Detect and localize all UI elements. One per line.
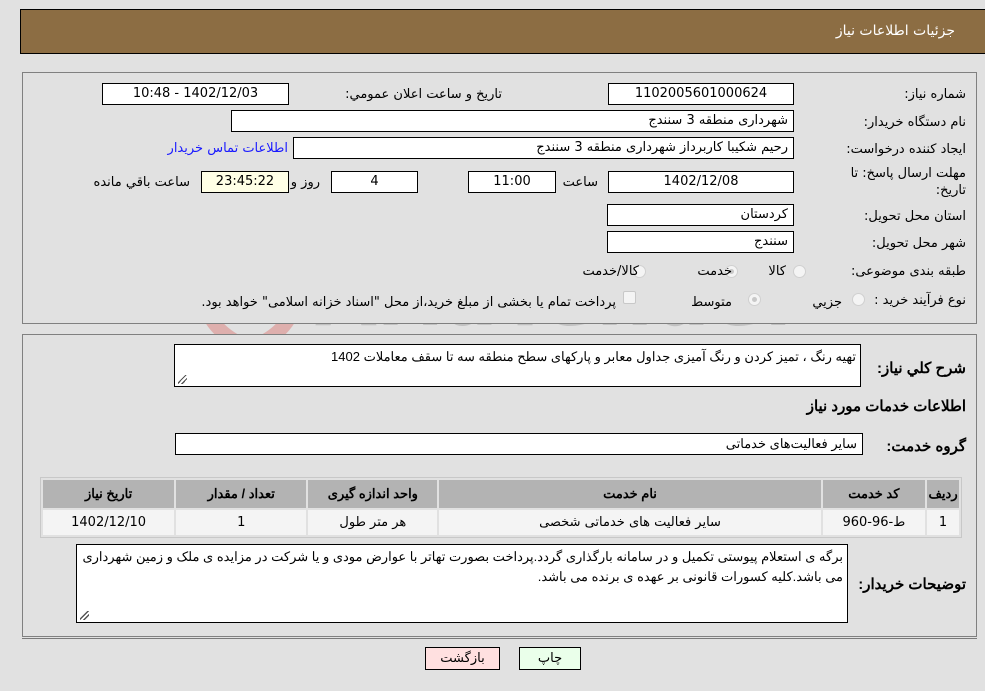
province-field: کردستان [607,204,794,226]
creator-label: ایجاد کننده درخواست: [846,142,966,157]
cell-row-number: 1 [927,510,959,535]
col-service-code: کد خدمت [822,480,926,508]
print-button[interactable]: چاپ [519,647,581,670]
buyer-notes-label: توضیحات خریدار: [858,576,966,593]
remaining-time-label: ساعت باقي مانده [93,175,190,190]
need-details-panel: شماره نیاز: 1102005601000624 تاریخ و ساع… [22,72,977,324]
resize-grip-icon[interactable] [178,375,187,384]
col-quantity: تعداد / مقدار [176,480,307,508]
creator-field: رحیم شکیبا کاربرداز شهرداری منطقه 3 سنند… [293,137,794,159]
cell-service-name: سایر فعالیت های خدماتی شخصی [439,510,821,535]
process-radio-medium[interactable] [748,293,761,306]
province-label: استان محل تحویل: [864,209,966,224]
services-table: ردیف کد خدمت نام خدمت واحد اندازه گیری ت… [40,477,962,538]
service-group-label: گروه خدمت: [886,438,966,455]
deadline-time-label: ساعت [562,175,598,190]
process-label: نوع فرآیند خرید : [874,293,966,308]
cell-service-code: ط-96-960 [822,510,926,535]
deadline-date-field: 1402/12/08 [608,171,794,193]
page-title: جزئیات اطلاعات نیاز [835,23,955,39]
buyer-org-field: شهرداری منطقه 3 سنندج [231,110,794,132]
cell-unit: هر متر طول [308,510,438,535]
buyer-contact-link[interactable]: اطلاعات تماس خریدار [168,141,288,156]
table-header-row: ردیف کد خدمت نام خدمت واحد اندازه گیری ت… [43,480,959,508]
need-number-field: 1102005601000624 [608,83,794,105]
buyer-org-label: نام دستگاه خریدار: [863,115,966,130]
description-text: تهیه رنگ ، تمیز کردن و رنگ آمیزی جداول م… [331,349,856,364]
resize-grip-icon[interactable] [80,611,89,620]
city-field: سنندج [607,231,794,253]
city-label: شهر محل تحویل: [871,236,966,251]
remaining-time-field: 23:45:22 [201,171,289,193]
cell-need-date: 1402/12/10 [43,510,175,535]
services-section-title: اطلاعات خدمات مورد نیاز [806,398,966,415]
need-number-label: شماره نیاز: [904,87,966,102]
announce-label: تاریخ و ساعت اعلان عمومي: [345,87,502,102]
back-button[interactable]: بازگشت [425,647,500,670]
deadline-label: مهلت ارسال پاسخ: تا تاریخ: [850,166,966,198]
category-option-goods: کالا [768,264,786,279]
description-textarea[interactable]: تهیه رنگ ، تمیز کردن و رنگ آمیزی جداول م… [174,344,861,387]
footer-divider [22,638,977,639]
category-label: طبقه بندی موضوعی: [850,264,966,279]
service-group-field: سایر فعالیت‌های خدماتی [175,433,863,455]
deadline-time-field: 11:00 [468,171,556,193]
category-option-service: خدمت [697,264,732,279]
col-row-number: ردیف [927,480,959,508]
col-service-name: نام خدمت [439,480,821,508]
process-option-minor: جزيي [812,295,842,310]
remaining-days-field: 4 [331,171,418,193]
announce-field: 1402/12/03 - 10:48 [102,83,289,105]
page-header: جزئیات اطلاعات نیاز [20,9,985,54]
category-option-goods-service: کالا/خدمت [582,264,639,279]
buyer-notes-textarea[interactable]: برگه ی استعلام پیوستی تکمیل و در سامانه … [76,544,848,623]
treasury-note: پرداخت تمام یا بخشی از مبلغ خرید،از محل … [201,295,616,310]
process-option-medium: متوسط [691,295,732,310]
category-radio-goods[interactable] [793,265,806,278]
process-radio-minor[interactable] [852,293,865,306]
buyer-notes-text: برگه ی استعلام پیوستی تکمیل و در سامانه … [82,549,843,584]
table-row: 1 ط-96-960 سایر فعالیت های خدماتی شخصی ه… [43,510,959,535]
services-panel: شرح کلي نیاز: تهیه رنگ ، تمیز کردن و رنگ… [22,334,977,637]
days-label: روز و [290,175,320,190]
col-unit: واحد اندازه گیری [308,480,438,508]
treasury-checkbox[interactable] [623,291,636,304]
description-label: شرح کلي نیاز: [877,360,966,377]
col-need-date: تاریخ نیاز [43,480,175,508]
cell-quantity: 1 [176,510,307,535]
